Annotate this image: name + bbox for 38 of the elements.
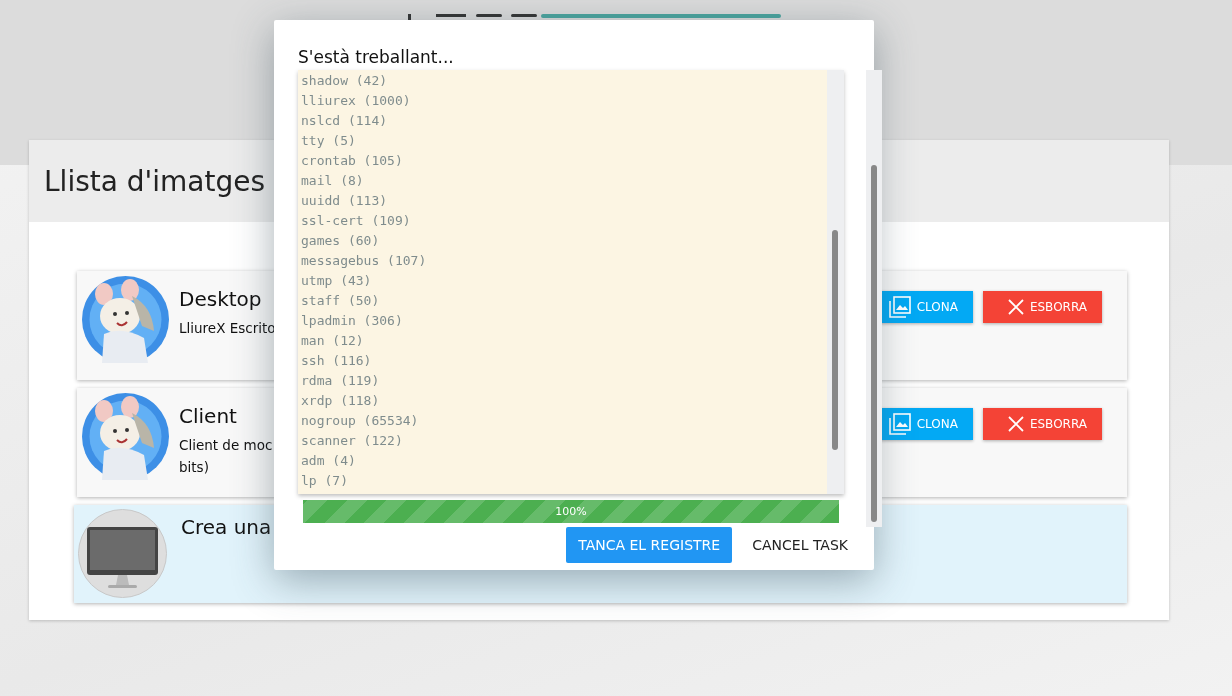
- log-line: uuidd (113): [301, 192, 389, 210]
- log-line: tty (5): [301, 132, 357, 150]
- log-line: adm (4): [301, 452, 357, 470]
- image-description: LliureX Escrito: [179, 319, 276, 338]
- image-name: Desktop: [179, 287, 262, 311]
- images-icon: [888, 413, 911, 435]
- log-line: utmp (43): [301, 272, 373, 290]
- close-icon: [1007, 416, 1024, 432]
- log-line: scanner (122): [301, 432, 404, 450]
- image-name: Client: [179, 404, 237, 428]
- log-line: rdma (119): [301, 372, 381, 390]
- log-line: nslcd (114): [301, 112, 389, 130]
- dialog-title: S'està treballant...: [298, 46, 455, 69]
- log-line: messagebus (107): [301, 252, 428, 270]
- log-line: lpadmin (306): [301, 312, 404, 330]
- progress-label: 100%: [555, 504, 587, 520]
- image-name: Crea una: [181, 515, 272, 539]
- log-line: nogroup (65534): [301, 412, 420, 430]
- log-line: ssh (116): [301, 352, 373, 370]
- log-line: staff (50): [301, 292, 381, 310]
- log-line: lliurex (1000): [301, 92, 412, 110]
- log-line: crontab (105): [301, 152, 404, 170]
- log-line: games (60): [301, 232, 381, 250]
- images-icon: [888, 296, 911, 318]
- log-line: lp (7): [301, 472, 349, 490]
- log-line: mail (8): [301, 172, 365, 190]
- close-log-button[interactable]: TANCA EL REGISTRE: [566, 527, 733, 563]
- close-icon: [1007, 299, 1024, 315]
- scrollbar[interactable]: [827, 70, 844, 494]
- delete-button[interactable]: ESBORRA: [982, 408, 1102, 440]
- page-title: Llista d'imatges: [44, 164, 266, 198]
- log-line: shadow (42): [301, 72, 389, 90]
- log-line: xrdp (118): [301, 392, 381, 410]
- log-line: ssl-cert (109): [301, 212, 412, 230]
- delete-button[interactable]: ESBORRA: [982, 291, 1102, 323]
- scrollbar[interactable]: [866, 70, 882, 527]
- log-line: man (12): [301, 332, 365, 350]
- image-description: Client de moc bits): [179, 436, 273, 477]
